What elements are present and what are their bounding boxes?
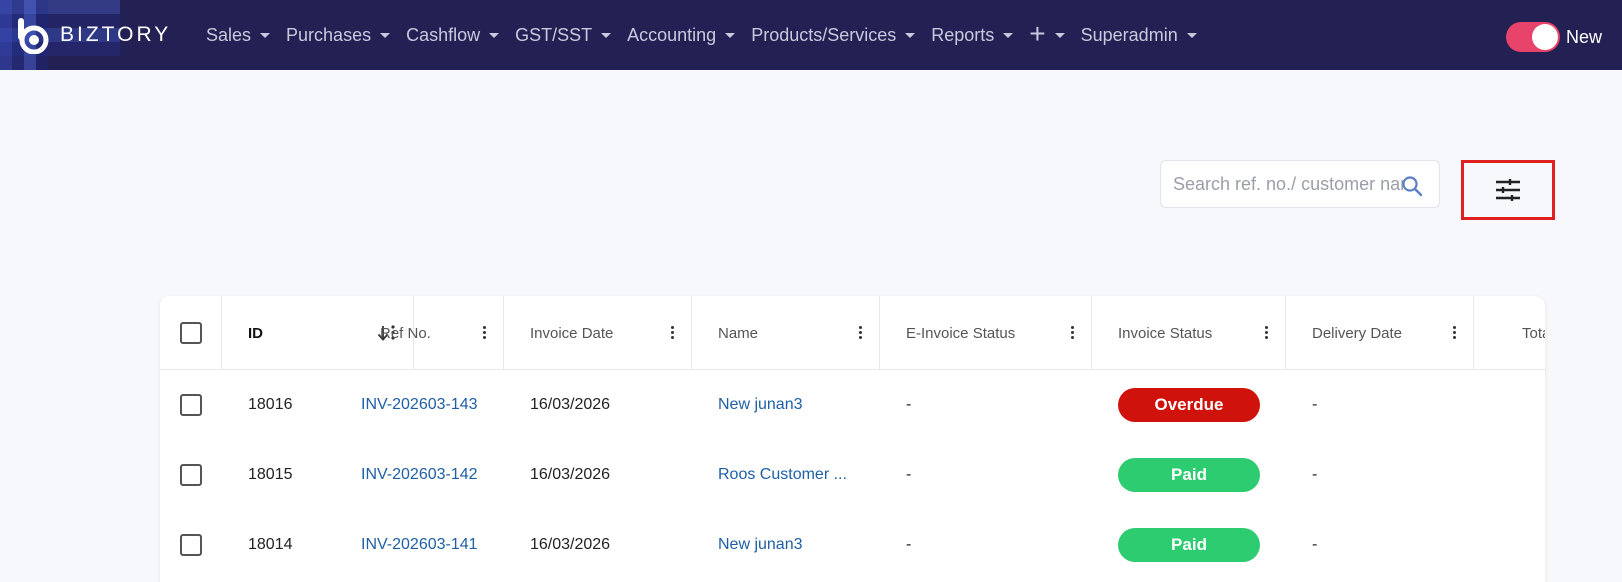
nav-quick-create[interactable]: + [1021, 0, 1072, 70]
row-ref-link[interactable]: INV-202603-142 [361, 440, 478, 510]
chevron-down-icon [1186, 32, 1197, 38]
nav-cashflow[interactable]: Cashflow [398, 0, 507, 70]
sliders-icon [1496, 179, 1520, 201]
column-header-total[interactable]: Tota [1474, 296, 1545, 370]
search-input[interactable] [1173, 173, 1403, 195]
column-header-delivery-date-label: Delivery Date [1312, 324, 1403, 342]
nav-user-label: Superadmin [1080, 24, 1178, 45]
row-checkbox[interactable] [180, 464, 202, 486]
row-ref-link[interactable]: INV-202603-141 [361, 510, 478, 580]
nav-reports-label: Reports [931, 24, 995, 45]
column-header-invoice-date[interactable]: Invoice Date [504, 296, 692, 370]
table-row[interactable]: 18014 INV-202603-141 16/03/2026 New juna… [160, 510, 1545, 580]
nav-products-services[interactable]: Products/Services [743, 0, 923, 70]
chevron-down-icon [260, 32, 271, 38]
new-ui-toggle-label: New [1565, 26, 1602, 47]
nav-sales[interactable]: Sales [198, 0, 278, 70]
column-header-delivery-date[interactable]: Delivery Date [1286, 296, 1474, 370]
nav-products-services-label: Products/Services [751, 24, 897, 45]
column-header-total-label: Tota [1522, 324, 1545, 342]
column-header-ref-no[interactable]: Ref No. [354, 296, 504, 370]
search-icon[interactable] [1401, 175, 1423, 197]
nav-cashflow-label: Cashflow [406, 24, 481, 45]
column-menu-icon[interactable] [1265, 326, 1269, 340]
nav-sales-label: Sales [206, 24, 252, 45]
row-e-invoice-status: - [906, 466, 912, 483]
column-header-e-invoice-status[interactable]: E-Invoice Status [880, 296, 1092, 370]
new-ui-toggle[interactable] [1505, 22, 1560, 52]
biztory-logo-icon [18, 18, 49, 54]
column-menu-icon[interactable] [859, 326, 863, 340]
column-header-e-invoice-status-label: E-Invoice Status [906, 324, 1016, 342]
table-row[interactable]: 18015 INV-202603-142 16/03/2026 Roos Cus… [160, 440, 1545, 510]
column-menu-icon[interactable] [671, 326, 675, 340]
chevron-down-icon [380, 32, 391, 38]
select-all-cell [160, 296, 222, 370]
row-delivery-date: - [1312, 396, 1318, 413]
row-select-cell [160, 510, 222, 580]
row-e-invoice-status: - [906, 536, 912, 553]
nav-gst-sst[interactable]: GST/SST [507, 0, 619, 70]
column-header-ref-no-label: Ref No. [380, 324, 431, 342]
nav-purchases[interactable]: Purchases [278, 0, 398, 70]
column-menu-icon[interactable] [1071, 326, 1075, 340]
brand-name: BIZTORY [60, 23, 172, 46]
main-menu: Sales Purchases Cashflow GST/SST Account… [198, 0, 1205, 70]
row-delivery-date: - [1312, 536, 1318, 553]
chevron-down-icon [905, 32, 916, 38]
status-badge: Paid [1118, 528, 1260, 562]
row-status-cell: Paid [1118, 510, 1260, 580]
row-customer-link[interactable]: New junan3 [718, 510, 858, 580]
toggle-knob [1531, 24, 1558, 50]
chevron-down-icon [1054, 32, 1065, 38]
row-ref-link[interactable]: INV-202603-143 [361, 370, 478, 440]
filter-button[interactable] [1461, 160, 1555, 220]
row-delivery-date: - [1312, 466, 1318, 483]
top-navbar: BIZTORY Sales Purchases Cashflow GST/SST… [0, 0, 1622, 70]
chevron-down-icon [725, 32, 736, 38]
row-invoice-date: 16/03/2026 [530, 536, 611, 553]
column-header-invoice-date-label: Invoice Date [530, 324, 614, 342]
row-id: 18014 [248, 536, 293, 553]
column-header-invoice-status-label: Invoice Status [1118, 324, 1213, 342]
row-status-cell: Overdue [1118, 370, 1260, 440]
row-checkbox[interactable] [180, 394, 202, 416]
row-id: 18015 [248, 466, 293, 483]
row-select-cell [160, 370, 222, 440]
search-box [1160, 160, 1440, 208]
table-row[interactable]: 18016 INV-202603-143 16/03/2026 New juna… [160, 370, 1545, 440]
row-invoice-date: 16/03/2026 [530, 396, 611, 413]
chevron-down-icon [489, 32, 500, 38]
chevron-down-icon [1003, 32, 1014, 38]
column-header-invoice-status[interactable]: Invoice Status [1092, 296, 1286, 370]
column-header-name-label: Name [718, 324, 759, 342]
column-menu-icon[interactable] [1453, 326, 1457, 340]
brand[interactable]: BIZTORY [0, 0, 198, 70]
nav-purchases-label: Purchases [286, 24, 372, 45]
nav-gst-sst-label: GST/SST [515, 24, 593, 45]
nav-accounting-label: Accounting [627, 24, 717, 45]
nav-user-menu[interactable]: Superadmin [1073, 0, 1205, 70]
row-customer-link[interactable]: Roos Customer ... [718, 440, 858, 510]
row-invoice-date: 16/03/2026 [530, 466, 611, 483]
new-ui-toggle-group: New [1505, 22, 1602, 52]
status-badge: Paid [1118, 458, 1260, 492]
chevron-down-icon [601, 32, 612, 38]
row-select-cell [160, 440, 222, 510]
row-status-cell: Paid [1118, 440, 1260, 510]
plus-icon: + [1029, 18, 1046, 49]
row-checkbox[interactable] [180, 534, 202, 556]
row-customer-link[interactable]: New junan3 [718, 370, 858, 440]
nav-reports[interactable]: Reports [923, 0, 1021, 70]
row-id: 18016 [248, 396, 293, 413]
row-e-invoice-status: - [906, 396, 912, 413]
status-badge: Overdue [1118, 388, 1260, 422]
column-header-id-label: ID [248, 324, 263, 342]
select-all-checkbox[interactable] [179, 322, 202, 344]
nav-accounting[interactable]: Accounting [619, 0, 743, 70]
column-menu-icon[interactable] [483, 326, 487, 340]
invoice-table: ID Ref No. Invoice Date Name E-Invoice S… [160, 296, 1545, 582]
table-header: ID Ref No. Invoice Date Name E-Invoice S… [160, 296, 1545, 370]
column-header-name[interactable]: Name [692, 296, 880, 370]
